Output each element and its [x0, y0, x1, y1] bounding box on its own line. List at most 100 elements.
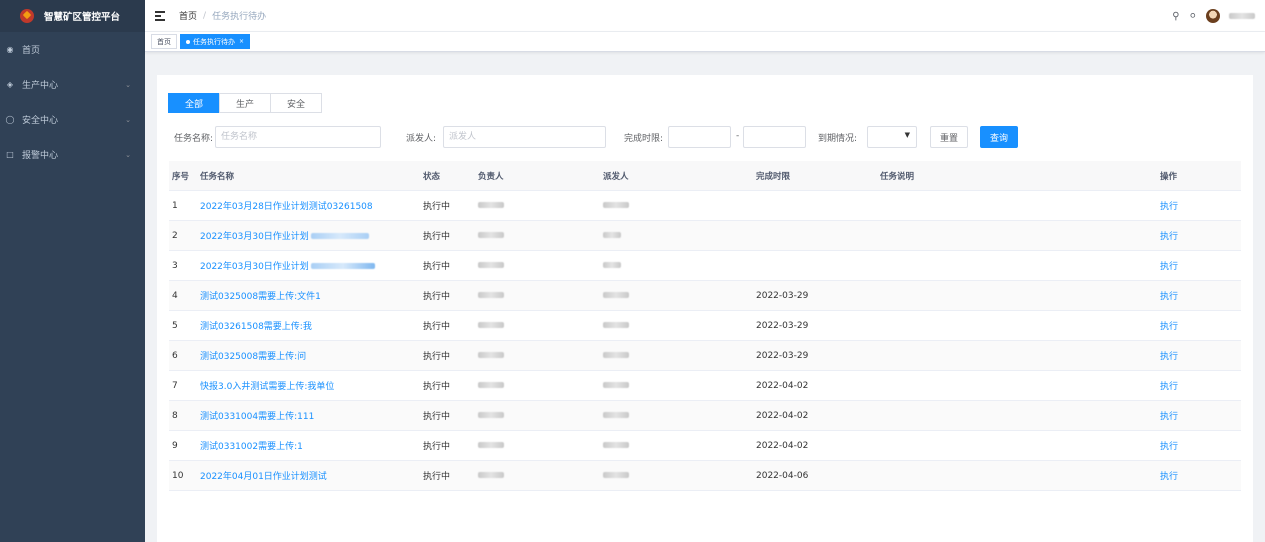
execute-link[interactable]: 执行 — [1160, 382, 1178, 392]
query-button[interactable]: 查询 — [980, 126, 1018, 148]
sidebar-item-label: 生产中心 — [22, 81, 59, 91]
owner-blurred — [478, 381, 504, 388]
table-row: 2 2022年03月30日作业计划 执行中 执行 — [169, 221, 1241, 251]
owner-blurred — [478, 441, 504, 448]
cell-deadline: 2022-03-29 — [756, 350, 809, 361]
cell-no: 7 — [172, 380, 178, 391]
cell-task-name[interactable]: 快报3.0入井测试需要上传:我单位 — [198, 379, 421, 392]
avatar[interactable] — [1206, 9, 1220, 23]
dispatcher-blurred — [603, 471, 629, 478]
cell-task-name[interactable]: 2022年03月28日作业计划测试03261508 — [198, 199, 421, 212]
tag-label: 任务执行待办 — [193, 37, 235, 46]
col-header: 完成时限 — [756, 171, 791, 182]
cell-action: 执行 — [1158, 439, 1241, 452]
tab-all[interactable]: 全部 — [168, 93, 220, 113]
table-row: 9 测试0331002需要上传:1 执行中 2022-04-02 执行 — [169, 431, 1241, 461]
task-name-link[interactable]: 测试03261508需要上传:我 — [200, 322, 312, 332]
dispatcher-blurred — [603, 201, 629, 208]
sidebar-item-label: 首页 — [22, 46, 41, 56]
sidebar-item-production[interactable]: ◈ 生产中心 ⌄ — [0, 67, 145, 102]
breadcrumb-home[interactable]: 首页 — [179, 9, 197, 22]
cell-task-name[interactable]: 测试0325008需要上传:文件1 — [198, 289, 421, 302]
dispatcher-input[interactable] — [443, 126, 606, 148]
task-name-link[interactable]: 测试0325008需要上传:文件1 — [200, 292, 321, 302]
cell-task-name[interactable]: 测试0331002需要上传:1 — [198, 439, 421, 452]
cell-dispatcher — [601, 291, 754, 301]
deadline-end-input[interactable] — [743, 126, 806, 148]
task-name-link[interactable]: 2022年03月30日作业计划 — [200, 262, 309, 272]
cell-owner — [476, 201, 601, 211]
execute-link[interactable]: 执行 — [1160, 232, 1178, 242]
cell-deadline: 2022-03-29 — [756, 320, 809, 331]
execute-link[interactable]: 执行 — [1160, 262, 1178, 272]
table-row: 4 测试0325008需要上传:文件1 执行中 2022-03-29 执行 — [169, 281, 1241, 311]
username-blurred[interactable] — [1229, 13, 1255, 19]
dispatcher-blurred — [603, 261, 621, 268]
tab-safety[interactable]: 安全 — [270, 93, 322, 113]
dispatcher-blurred — [603, 231, 621, 238]
sidebar-item-label: 安全中心 — [22, 116, 59, 126]
cell-status: 执行中 — [423, 292, 451, 302]
cell-owner — [476, 441, 601, 451]
cell-task-name[interactable]: 2022年03月30日作业计划 — [198, 229, 421, 242]
menu-toggle-icon[interactable] — [155, 10, 167, 21]
cell-task-name[interactable]: 测试0331004需要上传:111 — [198, 409, 421, 422]
deadline-start-input[interactable] — [668, 126, 731, 148]
owner-blurred — [478, 201, 504, 208]
tab-production[interactable]: 生产 — [219, 93, 271, 113]
cell-task-name[interactable]: 2022年04月01日作业计划测试 — [198, 469, 421, 482]
cell-no: 4 — [172, 290, 178, 301]
task-name-link[interactable]: 测试0325008需要上传:问 — [200, 352, 306, 362]
cell-no: 10 — [172, 470, 184, 481]
search-icon[interactable]: ⚲ — [1172, 11, 1179, 22]
sidebar-item-alarm[interactable]: □ 报警中心 ⌄ — [0, 137, 145, 172]
task-name-link[interactable]: 测试0331004需要上传:111 — [200, 412, 314, 422]
execute-link[interactable]: 执行 — [1160, 412, 1178, 422]
due-status-select[interactable]: ▼ — [867, 126, 917, 148]
cell-task-name[interactable]: 2022年03月30日作业计划 — [198, 259, 421, 272]
sidebar-item-label: 报警中心 — [22, 151, 59, 161]
cell-no: 6 — [172, 350, 178, 361]
task-name-link[interactable]: 测试0331002需要上传:1 — [200, 442, 303, 452]
cell-owner — [476, 351, 601, 361]
cell-dispatcher — [601, 261, 754, 271]
dispatcher-label: 派发人: — [406, 134, 437, 144]
execute-link[interactable]: 执行 — [1160, 472, 1178, 482]
chevron-down-icon: ⌄ — [125, 150, 131, 159]
logo-icon — [20, 9, 34, 23]
cell-deadline: 2022-04-02 — [756, 440, 809, 451]
cell-task-name[interactable]: 测试0325008需要上传:问 — [198, 349, 421, 362]
cell-status: 执行中 — [423, 322, 451, 332]
reset-button[interactable]: 重置 — [930, 126, 968, 148]
cell-dispatcher — [601, 201, 754, 211]
table-row: 1 2022年03月28日作业计划测试03261508 执行中 执行 — [169, 191, 1241, 221]
execute-link[interactable]: 执行 — [1160, 292, 1178, 302]
bell-icon[interactable]: ⚪ — [1189, 11, 1197, 22]
owner-blurred — [478, 351, 504, 358]
cell-no: 9 — [172, 440, 178, 451]
sidebar-item-home[interactable]: ◉ 首页 — [0, 32, 145, 67]
sidebar-item-safety[interactable]: ◯ 安全中心 ⌄ — [0, 102, 145, 137]
task-name-link[interactable]: 快报3.0入井测试需要上传:我单位 — [200, 382, 334, 392]
task-name-link[interactable]: 2022年04月01日作业计划测试 — [200, 472, 327, 482]
active-dot-icon — [186, 39, 190, 44]
col-header: 负责人 — [478, 171, 504, 182]
execute-link[interactable]: 执行 — [1160, 202, 1178, 212]
dispatcher-blurred — [603, 351, 629, 358]
tag-home[interactable]: 首页 — [151, 34, 177, 49]
task-name-input[interactable] — [215, 126, 381, 148]
task-name-link[interactable]: 2022年03月30日作业计划 — [200, 232, 309, 242]
execute-link[interactable]: 执行 — [1160, 442, 1178, 452]
execute-link[interactable]: 执行 — [1160, 352, 1178, 362]
close-icon[interactable]: × — [239, 38, 244, 45]
execute-link[interactable]: 执行 — [1160, 322, 1178, 332]
tag-task-todo[interactable]: 任务执行待办 × — [180, 34, 251, 49]
logo[interactable]: 智慧矿区管控平台 — [0, 0, 145, 32]
dispatcher-blurred — [603, 291, 629, 298]
table-row: 7 快报3.0入井测试需要上传:我单位 执行中 2022-04-02 执行 — [169, 371, 1241, 401]
cell-status: 执行中 — [423, 382, 451, 392]
cell-owner — [476, 381, 601, 391]
task-name-link[interactable]: 2022年03月28日作业计划测试03261508 — [200, 202, 373, 212]
name-blurred — [310, 263, 375, 269]
cell-task-name[interactable]: 测试03261508需要上传:我 — [198, 319, 421, 332]
